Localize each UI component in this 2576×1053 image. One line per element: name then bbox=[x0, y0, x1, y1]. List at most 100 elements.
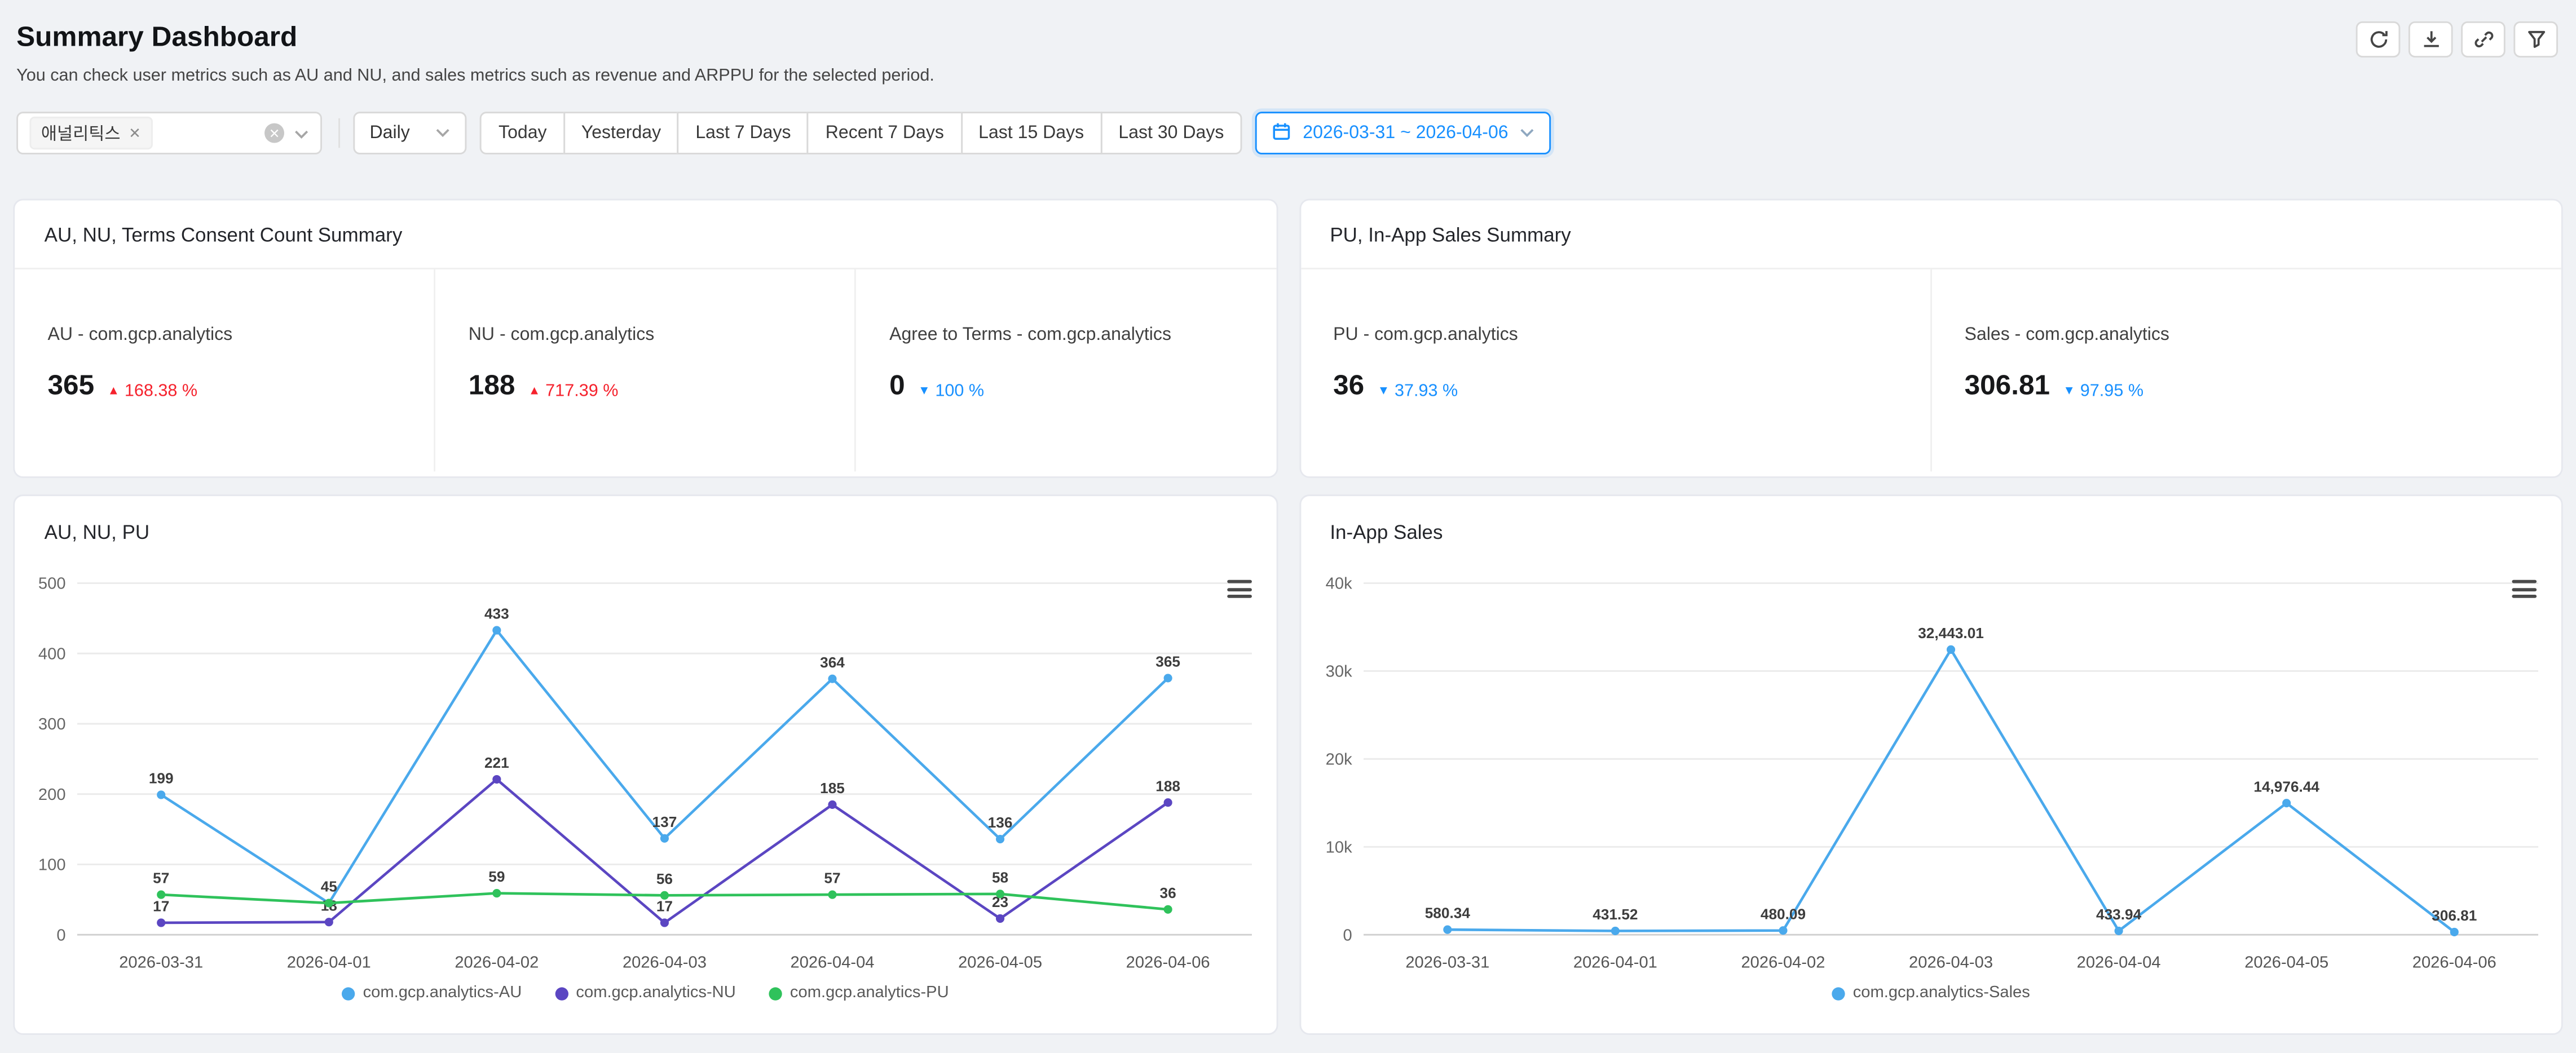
delta-arrow-icon: ▼ bbox=[2063, 383, 2075, 397]
metrics-row: PU - com.gcp.analytics 36 ▼ 37.93 % Sale… bbox=[1300, 269, 2561, 471]
au-nu-pu-chart: 01002003004005002026-03-312026-04-012026… bbox=[28, 557, 1265, 977]
legend-label: com.gcp.analytics-NU bbox=[576, 984, 735, 1002]
filter-icon bbox=[2526, 29, 2546, 49]
svg-text:14,976.44: 14,976.44 bbox=[2253, 778, 2319, 795]
svg-text:137: 137 bbox=[652, 813, 677, 830]
date-range-value: 2026-03-31 ~ 2026-04-06 bbox=[1303, 123, 1508, 143]
range-button-group: TodayYesterdayLast 7 DaysRecent 7 DaysLa… bbox=[480, 112, 1242, 154]
metric-value: 306.81 bbox=[1965, 370, 2050, 402]
range-button-last-30-days[interactable]: Last 30 Days bbox=[1100, 112, 1242, 154]
download-button[interactable] bbox=[2409, 21, 2453, 57]
metric-label: NU - com.gcp.analytics bbox=[469, 325, 855, 345]
svg-text:433.94: 433.94 bbox=[2096, 906, 2141, 923]
range-button-recent-7-days[interactable]: Recent 7 Days bbox=[808, 112, 962, 154]
svg-text:56: 56 bbox=[656, 870, 673, 887]
link-button[interactable] bbox=[2461, 21, 2506, 57]
range-button-last-15-days[interactable]: Last 15 Days bbox=[960, 112, 1102, 154]
svg-text:400: 400 bbox=[38, 645, 66, 663]
period-select[interactable]: Daily bbox=[353, 112, 467, 154]
range-button-last-7-days[interactable]: Last 7 Days bbox=[677, 112, 809, 154]
metric-sales: Sales - com.gcp.analytics 306.81 ▼ 97.95… bbox=[1930, 269, 2561, 471]
svg-text:57: 57 bbox=[153, 870, 169, 887]
chevron-down-icon bbox=[294, 118, 308, 148]
summary-card-pu-sales: PU, In-App Sales Summary PU - com.gcp.an… bbox=[1299, 199, 2563, 478]
page-header: Summary Dashboard You can check user met… bbox=[0, 0, 2576, 86]
svg-text:200: 200 bbox=[38, 786, 66, 804]
range-button-yesterday[interactable]: Yesterday bbox=[563, 112, 679, 154]
legend-label: com.gcp.analytics-Sales bbox=[1853, 984, 2030, 1002]
delta-arrow-icon: ▲ bbox=[528, 383, 541, 397]
svg-text:365: 365 bbox=[1155, 653, 1180, 670]
metric-value: 36 bbox=[1333, 370, 1364, 402]
metric-value: 0 bbox=[889, 370, 905, 402]
svg-text:580.34: 580.34 bbox=[1424, 905, 1470, 922]
metric-agree-terms: Agree to Terms - com.gcp.analytics 0 ▼ 1… bbox=[855, 269, 1276, 471]
metric-value: 365 bbox=[47, 370, 94, 402]
period-select-value: Daily bbox=[369, 123, 409, 143]
svg-text:364: 364 bbox=[820, 654, 845, 671]
tag-remove-icon[interactable]: ✕ bbox=[129, 124, 141, 142]
metric-delta: ▲ 717.39 % bbox=[528, 381, 619, 400]
summary-dashboard-page: Summary Dashboard You can check user met… bbox=[0, 0, 2576, 1053]
in-app-sales-chart: 010k20k30k40k2026-03-312026-04-012026-04… bbox=[1313, 557, 2551, 977]
in-app-sales-chart-legend: com.gcp.analytics-Sales bbox=[1300, 984, 2561, 1002]
svg-text:185: 185 bbox=[820, 780, 845, 797]
page-subtitle: You can check user metrics such as AU an… bbox=[16, 66, 2549, 86]
svg-text:40k: 40k bbox=[1325, 575, 1351, 593]
delta-arrow-icon: ▲ bbox=[107, 383, 120, 397]
svg-text:20k: 20k bbox=[1325, 751, 1351, 769]
download-icon bbox=[2421, 29, 2441, 49]
au-nu-pu-chart-legend: com.gcp.analytics-AU com.gcp.analytics-NU… bbox=[15, 984, 1276, 1002]
legend-dot-icon bbox=[555, 986, 568, 999]
svg-text:58: 58 bbox=[992, 869, 1008, 886]
svg-text:2026-03-31: 2026-03-31 bbox=[119, 953, 203, 971]
metric-delta: ▼ 37.93 % bbox=[1378, 381, 1458, 400]
link-icon bbox=[2473, 29, 2493, 49]
filter-button[interactable] bbox=[2513, 21, 2558, 57]
page-title: Summary Dashboard bbox=[16, 21, 2549, 54]
chevron-down-icon bbox=[436, 123, 451, 143]
date-range-picker[interactable]: 2026-03-31 ~ 2026-04-06 bbox=[1255, 112, 1551, 154]
metric-nu: NU - com.gcp.analytics 188 ▲ 717.39 % bbox=[434, 269, 855, 471]
delta-arrow-icon: ▼ bbox=[918, 383, 930, 397]
chart-card-in-app-sales: In-App Sales 010k20k30k40k2026-03-312026… bbox=[1299, 494, 2563, 1035]
svg-text:199: 199 bbox=[149, 770, 174, 787]
svg-text:2026-04-06: 2026-04-06 bbox=[2411, 953, 2495, 971]
svg-text:2026-04-01: 2026-04-01 bbox=[1572, 953, 1656, 971]
svg-text:2026-04-02: 2026-04-02 bbox=[455, 953, 539, 971]
chart-title: AU, NU, PU bbox=[15, 496, 1276, 544]
svg-text:0: 0 bbox=[1342, 926, 1351, 944]
legend-item-com.gcp.analytics-AU[interactable]: com.gcp.analytics-AU bbox=[342, 984, 522, 1002]
metrics-row: AU - com.gcp.analytics 365 ▲ 168.38 % NU… bbox=[15, 269, 1276, 471]
svg-text:433: 433 bbox=[484, 605, 509, 622]
svg-text:431.52: 431.52 bbox=[1592, 906, 1637, 923]
chevron-down-icon bbox=[1520, 123, 1534, 143]
filter-toolbar: 애널리틱스 ✕ ✕ Daily TodayYesterdayLast 7 Day… bbox=[16, 112, 2576, 154]
legend-label: com.gcp.analytics-PU bbox=[790, 984, 949, 1002]
svg-text:2026-04-01: 2026-04-01 bbox=[287, 953, 371, 971]
svg-text:57: 57 bbox=[824, 870, 840, 887]
clear-select-icon[interactable]: ✕ bbox=[264, 123, 284, 143]
svg-text:2026-04-03: 2026-04-03 bbox=[1908, 953, 1992, 971]
card-title: AU, NU, Terms Consent Count Summary bbox=[15, 201, 1276, 269]
metric-delta: ▼ 100 % bbox=[918, 381, 984, 400]
legend-item-com.gcp.analytics-NU[interactable]: com.gcp.analytics-NU bbox=[555, 984, 736, 1002]
app-tag: 애널리틱스 ✕ bbox=[29, 117, 152, 149]
refresh-button[interactable] bbox=[2356, 21, 2401, 57]
svg-text:480.09: 480.09 bbox=[1759, 905, 1805, 922]
legend-item-com.gcp.analytics-PU[interactable]: com.gcp.analytics-PU bbox=[769, 984, 949, 1002]
range-button-today[interactable]: Today bbox=[480, 112, 565, 154]
legend-dot-icon bbox=[342, 986, 355, 999]
summary-card-au-nu-terms: AU, NU, Terms Consent Count Summary AU -… bbox=[13, 199, 1277, 478]
legend-item-com.gcp.analytics-Sales[interactable]: com.gcp.analytics-Sales bbox=[1832, 984, 2030, 1002]
metric-au: AU - com.gcp.analytics 365 ▲ 168.38 % bbox=[15, 269, 434, 471]
svg-text:59: 59 bbox=[488, 868, 505, 885]
app-select[interactable]: 애널리틱스 ✕ ✕ bbox=[16, 112, 322, 154]
chart-menu-icon[interactable] bbox=[1227, 580, 1251, 598]
svg-text:500: 500 bbox=[38, 575, 66, 593]
card-title: PU, In-App Sales Summary bbox=[1300, 201, 2561, 269]
header-actions bbox=[2356, 21, 2558, 57]
metric-label: Agree to Terms - com.gcp.analytics bbox=[889, 325, 1276, 345]
chart-title: In-App Sales bbox=[1300, 496, 2561, 544]
chart-menu-icon[interactable] bbox=[2512, 580, 2537, 598]
